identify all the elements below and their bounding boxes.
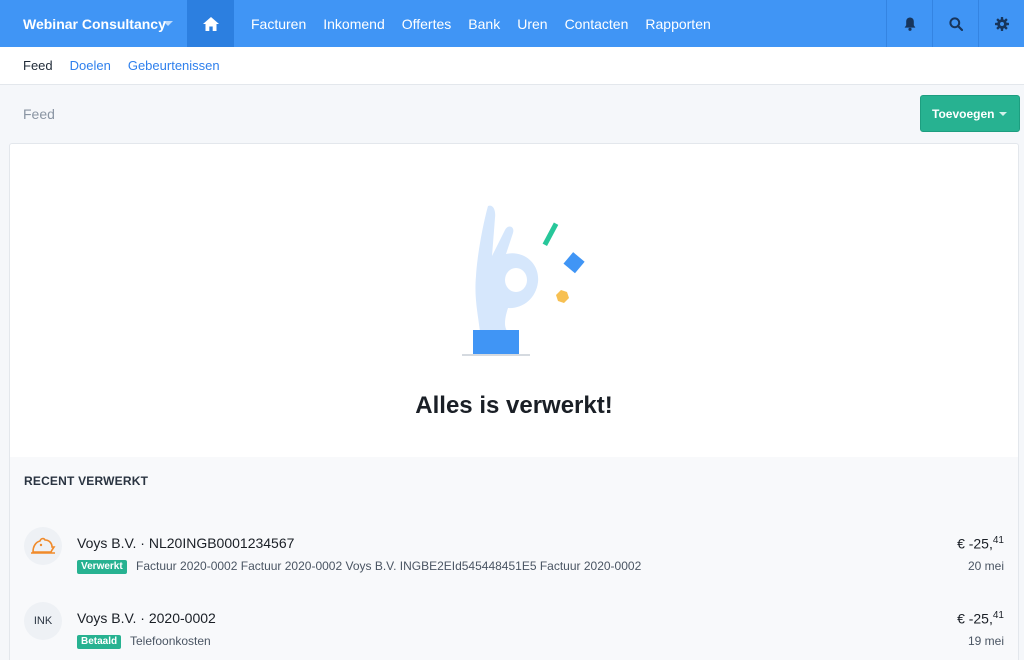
bell-icon [904, 17, 915, 31]
topbar-actions [886, 0, 1024, 47]
nav-item-contacten[interactable]: Contacten [565, 16, 629, 32]
bank-logo-icon [31, 537, 56, 554]
amount-cents: 41 [992, 610, 1004, 621]
chevron-down-icon [163, 21, 173, 26]
feed-card: Alles is verwerkt! RECENT VERWERKT Voys … [9, 143, 1019, 660]
home-button[interactable] [187, 0, 234, 47]
add-button-label: Toevoegen [932, 106, 995, 121]
nav-item-facturen[interactable]: Facturen [251, 16, 306, 32]
list-item[interactable]: INK Voys B.V. · 2020-0002 Betaald Telefo… [10, 592, 1018, 652]
main-nav: Facturen Inkomend Offertes Bank Uren Con… [234, 0, 728, 47]
item-amount: € -25,41 [957, 610, 1004, 627]
home-icon [202, 16, 219, 31]
status-badge: Betaald [77, 635, 122, 649]
notifications-button[interactable] [886, 0, 932, 47]
nav-item-rapporten[interactable]: Rapporten [645, 16, 710, 32]
empty-state-title: Alles is verwerkt! [415, 392, 613, 419]
avatar [24, 527, 62, 565]
nav-item-uren[interactable]: Uren [517, 16, 547, 32]
tab-gebeurtenissen[interactable]: Gebeurtenissen [128, 58, 220, 73]
item-date: 20 mei [967, 559, 1004, 573]
item-date: 19 mei [967, 634, 1004, 648]
sub-navigation: Feed Doelen Gebeurtenissen [0, 47, 1024, 85]
nav-item-inkomend[interactable]: Inkomend [323, 16, 384, 32]
top-navigation-bar: Webinar Consultancy Facturen Inkomend Of… [0, 0, 1024, 47]
item-description: Factuur 2020-0002 Factuur 2020-0002 Voys… [136, 559, 642, 573]
tab-feed[interactable]: Feed [23, 58, 53, 73]
page-title: Feed [23, 106, 55, 122]
amount-main: € -25, [957, 610, 993, 627]
amount-main: € -25, [957, 535, 993, 552]
recent-section: RECENT VERWERKT Voys B.V. · NL20INGB0001… [10, 457, 1018, 660]
avatar: INK [24, 602, 62, 640]
list-item[interactable]: Voys B.V. · NL20INGB0001234567 Verwerkt … [10, 517, 1018, 577]
chevron-down-icon [999, 112, 1007, 116]
nav-item-offertes[interactable]: Offertes [402, 16, 452, 32]
item-title: Voys B.V. · NL20INGB0001234567 [77, 535, 295, 551]
item-amount: € -25,41 [957, 535, 1004, 552]
search-button[interactable] [932, 0, 978, 47]
nav-item-bank[interactable]: Bank [468, 16, 500, 32]
amount-cents: 41 [992, 535, 1004, 546]
tab-doelen[interactable]: Doelen [70, 58, 111, 73]
item-description: Telefoonkosten [130, 634, 211, 648]
company-name: Webinar Consultancy [23, 15, 166, 32]
settings-button[interactable] [978, 0, 1024, 47]
recent-heading: RECENT VERWERKT [24, 474, 149, 488]
search-icon [948, 16, 963, 31]
status-badge: Verwerkt [77, 560, 127, 574]
item-title: Voys B.V. · 2020-0002 [77, 610, 216, 626]
add-button[interactable]: Toevoegen [920, 95, 1020, 132]
ok-hand-illustration [462, 205, 585, 356]
company-switcher[interactable]: Webinar Consultancy [0, 0, 187, 47]
gear-icon [994, 16, 1009, 31]
